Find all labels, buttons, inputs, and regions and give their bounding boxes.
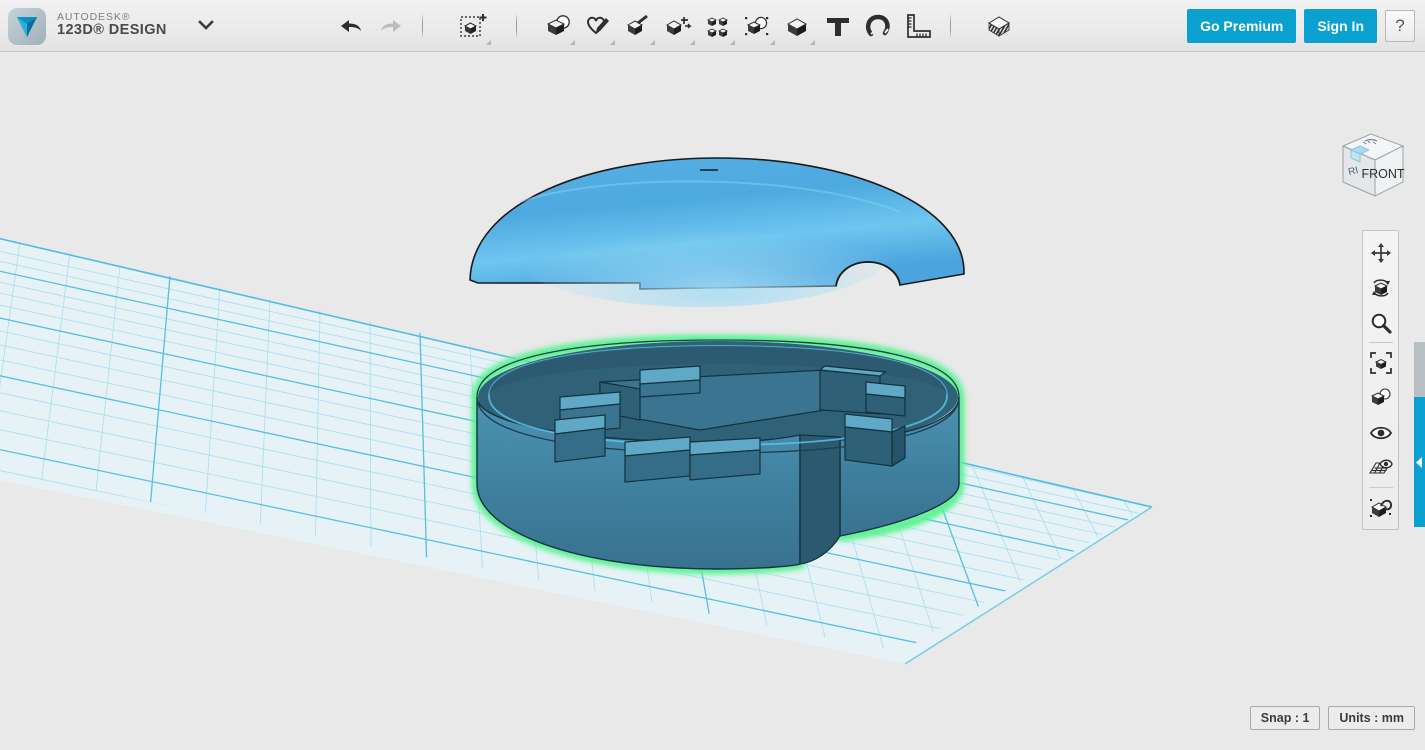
- autodesk-pyramid-logo: [8, 7, 46, 45]
- nav-divider: [1369, 342, 1393, 343]
- toolbar-group-modeling: [538, 6, 938, 46]
- transform-move-cube-icon: [459, 12, 489, 40]
- navigation-toolbar: [1362, 230, 1399, 530]
- flyout-corner: [610, 40, 615, 45]
- go-premium-button[interactable]: Go Premium: [1187, 9, 1296, 43]
- sketch-button[interactable]: [578, 6, 618, 46]
- orbit-button[interactable]: [1364, 270, 1397, 305]
- grouping-combine-icon: [743, 13, 773, 39]
- units-status[interactable]: Units : mm: [1328, 706, 1415, 730]
- flyout-corner: [570, 40, 575, 45]
- side-panel-handle[interactable]: [1414, 397, 1425, 527]
- sketch-pencil-icon: [583, 13, 613, 39]
- brand-text: AUTODESK® 123D® DESIGN: [57, 12, 167, 39]
- main-toolbar: AUTODESK® 123D® DESIGN: [0, 0, 1425, 52]
- eye-visibility-icon: [1369, 424, 1393, 442]
- app-root: AUTODESK® 123D® DESIGN: [0, 0, 1425, 750]
- undo-arrow-icon: [338, 16, 364, 36]
- snap-magnet-icon: [863, 13, 893, 39]
- visual-style-cube-icon: [1369, 387, 1393, 409]
- material-button[interactable]: [980, 6, 1020, 46]
- snap-status[interactable]: Snap : 1: [1250, 706, 1321, 730]
- pan-move-icon: [1370, 242, 1392, 264]
- status-bar: Snap : 1 Units : mm: [1250, 706, 1415, 730]
- flyout-corner: [486, 40, 491, 45]
- redo-arrow-icon: [378, 16, 404, 36]
- orbit-rotate-icon: [1369, 276, 1393, 300]
- pattern-button[interactable]: [698, 6, 738, 46]
- primitives-button[interactable]: [538, 6, 578, 46]
- zoom-button[interactable]: [1364, 305, 1397, 340]
- visibility-button[interactable]: [1364, 415, 1397, 450]
- toolbar-separator: [516, 13, 517, 39]
- header-right-actions: Go Premium Sign In ?: [1187, 9, 1425, 43]
- visual-style-button[interactable]: [1364, 380, 1397, 415]
- construct-extrude-icon: [623, 13, 653, 39]
- flyout-corner: [730, 40, 735, 45]
- sign-in-button[interactable]: Sign In: [1304, 9, 1377, 43]
- text-button[interactable]: [818, 6, 858, 46]
- help-button[interactable]: ?: [1385, 10, 1415, 42]
- 3d-scene: [0, 52, 1425, 750]
- combine-button[interactable]: [778, 6, 818, 46]
- flyout-corner: [690, 40, 695, 45]
- zoom-magnifier-icon: [1370, 312, 1392, 334]
- flyout-corner: [810, 40, 815, 45]
- primitives-cube-sphere-icon: [543, 13, 573, 39]
- undo-button[interactable]: [331, 6, 371, 46]
- fit-button[interactable]: [1364, 345, 1397, 380]
- toolbar-group-transform: [454, 6, 494, 46]
- text-t-icon: [824, 13, 852, 39]
- snap-settings-cube-icon: [1368, 496, 1394, 520]
- brand: AUTODESK® 123D® DESIGN: [0, 7, 217, 45]
- construct-button[interactable]: [618, 6, 658, 46]
- toolbar-group-history: [331, 6, 411, 46]
- modify-button[interactable]: [658, 6, 698, 46]
- view-cube[interactable]: FRONT RI: [1327, 124, 1413, 208]
- material-layered-cube-icon: [984, 12, 1016, 40]
- grid-display-button[interactable]: [1364, 450, 1397, 485]
- brand-line2: 123D® DESIGN: [57, 23, 167, 39]
- modify-cube-arrows-icon: [663, 13, 693, 39]
- measure-ruler-icon: [903, 12, 933, 40]
- fit-to-screen-icon: [1369, 351, 1393, 375]
- viewcube-front-label: FRONT: [1361, 167, 1404, 181]
- flyout-corner: [770, 40, 775, 45]
- panel-track: [1414, 342, 1425, 397]
- toolbar-group-material: [980, 6, 1020, 46]
- snap-button[interactable]: [858, 6, 898, 46]
- view-cube-icon: FRONT RI: [1327, 124, 1413, 208]
- chevron-down-icon[interactable]: [195, 15, 217, 37]
- combine-cube-icon: [783, 13, 813, 39]
- grouping-button[interactable]: [738, 6, 778, 46]
- toolbar-separator: [422, 13, 423, 39]
- flyout-corner: [650, 40, 655, 45]
- toolbar-separator: [950, 13, 951, 39]
- pan-button[interactable]: [1364, 235, 1397, 270]
- viewport-canvas[interactable]: 250 FRONT RI: [0, 52, 1425, 750]
- snap-settings-button[interactable]: [1364, 490, 1397, 525]
- redo-button[interactable]: [371, 6, 411, 46]
- nav-divider: [1369, 487, 1393, 488]
- pattern-four-cubes-icon: [703, 13, 733, 39]
- chevron-left-icon: [1416, 457, 1423, 468]
- measure-button[interactable]: [898, 6, 938, 46]
- grid-snap-icon: [1368, 457, 1394, 479]
- transform-button[interactable]: [454, 6, 494, 46]
